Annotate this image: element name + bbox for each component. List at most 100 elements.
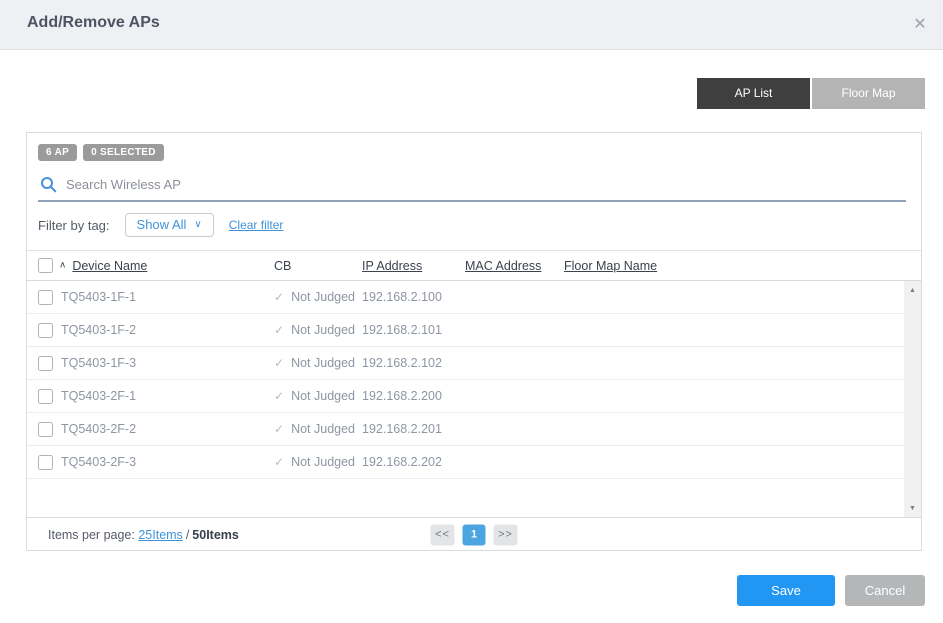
cb-status: Not Judged: [291, 422, 355, 436]
select-all-cell: [38, 257, 59, 275]
column-header-cb: CB: [274, 258, 292, 273]
ip-address-cell: 192.168.2.100: [362, 290, 442, 304]
filter-label: Filter by tag:: [38, 217, 110, 233]
pagination-current-page[interactable]: 1: [462, 524, 486, 545]
table-row: TQ5403-2F-3 ✓ Not Judged 192.168.2.202: [27, 446, 921, 479]
row-checkbox[interactable]: [38, 322, 53, 338]
table-row: TQ5403-2F-1 ✓ Not Judged 192.168.2.200: [27, 380, 921, 413]
scroll-up-icon[interactable]: ▲: [904, 283, 921, 297]
ip-address-cell: 192.168.2.102: [362, 356, 442, 370]
device-name-cell: TQ5403-1F-2: [61, 323, 137, 337]
chevron-down-icon: ∨: [194, 219, 202, 230]
cb-cell: ✓ Not Judged: [274, 323, 362, 337]
total-items: 50Items: [192, 527, 239, 542]
device-name-header-cell: ∧ Device Name: [59, 259, 274, 273]
floor-map-header-cell: Floor Map Name: [564, 257, 921, 275]
table-footer: Items per page: 25Items/50Items << 1 >>: [27, 518, 921, 551]
cb-cell: ✓ Not Judged: [274, 356, 362, 370]
cb-status: Not Judged: [291, 389, 355, 403]
count-badges: 6 AP 0 SELECTED: [38, 144, 910, 161]
table-rows: TQ5403-1F-1 ✓ Not Judged 192.168.2.100 TQ…: [27, 281, 921, 479]
ip-address-cell: 192.168.2.202: [362, 455, 442, 469]
items-per-page-label: Items per page:: [48, 527, 135, 542]
cb-cell: ✓ Not Judged: [274, 290, 362, 304]
check-icon: ✓: [274, 455, 285, 469]
row-checkbox-cell: [38, 388, 59, 404]
row-checkbox[interactable]: [38, 454, 53, 470]
row-checkbox-cell: [38, 289, 59, 305]
cb-status: Not Judged: [291, 323, 355, 337]
check-icon: ✓: [274, 323, 285, 337]
column-header-mac-address[interactable]: MAC Address: [465, 259, 541, 273]
table-row: TQ5403-2F-2 ✓ Not Judged 192.168.2.201: [27, 413, 921, 446]
column-header-device-name[interactable]: Device Name: [72, 259, 147, 273]
tag-filter-dropdown[interactable]: Show All ∨: [124, 213, 214, 237]
selected-count-badge: 0 SELECTED: [83, 144, 164, 161]
sort-ascending-icon: ∧: [59, 260, 67, 271]
device-name-cell: TQ5403-1F-3: [61, 356, 137, 370]
ip-address-cell: 192.168.2.101: [362, 323, 442, 337]
row-checkbox[interactable]: [38, 421, 53, 437]
column-header-ip-address[interactable]: IP Address: [362, 259, 422, 273]
dialog-titlebar: Add/Remove APs ✕: [0, 0, 943, 50]
select-all-checkbox[interactable]: [38, 257, 53, 273]
search-icon: [40, 176, 57, 193]
tab-floor-map[interactable]: Floor Map: [812, 78, 925, 109]
cancel-button[interactable]: Cancel: [845, 575, 925, 606]
clear-filter-link[interactable]: Clear filter: [229, 218, 284, 232]
dialog-actions: Save Cancel: [737, 575, 925, 606]
table-row: TQ5403-1F-2 ✓ Not Judged 192.168.2.101: [27, 314, 921, 347]
pagination-prev-button[interactable]: <<: [430, 524, 455, 545]
check-icon: ✓: [274, 290, 285, 304]
check-icon: ✓: [274, 356, 285, 370]
dialog-title: Add/Remove APs: [27, 14, 160, 31]
cb-status: Not Judged: [291, 290, 355, 304]
cb-status: Not Judged: [291, 455, 355, 469]
close-icon[interactable]: ✕: [907, 12, 933, 38]
cb-cell: ✓ Not Judged: [274, 455, 362, 469]
tab-ap-list[interactable]: AP List: [697, 78, 810, 109]
pagination-next-button[interactable]: >>: [493, 524, 518, 545]
scroll-down-icon[interactable]: ▼: [904, 501, 921, 515]
table-header: ∧ Device Name CB IP Address MAC Address …: [27, 250, 921, 281]
device-name-cell: TQ5403-2F-1: [61, 389, 137, 403]
save-button[interactable]: Save: [737, 575, 835, 606]
filter-row: Filter by tag: Show All ∨ Clear filter: [38, 213, 910, 237]
ip-address-cell: 192.168.2.201: [362, 422, 442, 436]
tag-filter-value: Show All: [136, 217, 187, 232]
row-checkbox-cell: [38, 355, 59, 371]
ap-list-panel: 6 AP 0 SELECTED Filter by tag: Show All …: [26, 132, 922, 551]
cb-status: Not Judged: [291, 356, 355, 370]
check-icon: ✓: [274, 422, 285, 436]
device-name-cell: TQ5403-2F-3: [61, 455, 137, 469]
view-tabs: AP List Floor Map: [697, 78, 925, 109]
page-size-link[interactable]: 25Items: [138, 528, 182, 542]
vertical-scrollbar[interactable]: ▲ ▼: [904, 281, 921, 517]
column-header-floor-map-name[interactable]: Floor Map Name: [564, 259, 657, 273]
cb-cell: ✓ Not Judged: [274, 389, 362, 403]
items-separator: /: [185, 527, 190, 542]
ip-header-cell: IP Address: [362, 257, 465, 275]
ap-count-badge: 6 AP: [38, 144, 78, 161]
search-input[interactable]: [66, 177, 906, 192]
row-checkbox[interactable]: [38, 289, 53, 305]
mac-header-cell: MAC Address: [465, 257, 564, 275]
row-checkbox-cell: [38, 454, 59, 470]
cb-cell: ✓ Not Judged: [274, 422, 362, 436]
row-checkbox[interactable]: [38, 388, 53, 404]
check-icon: ✓: [274, 389, 285, 403]
device-name-cell: TQ5403-1F-1: [61, 290, 137, 304]
ip-address-cell: 192.168.2.200: [362, 389, 442, 403]
search-bar: [38, 176, 906, 202]
device-name-cell: TQ5403-2F-2: [61, 422, 137, 436]
cb-header-cell: CB: [274, 257, 362, 275]
pagination: << 1 >>: [430, 524, 518, 545]
row-checkbox-cell: [38, 421, 59, 437]
items-per-page: Items per page: 25Items/50Items: [48, 528, 239, 542]
table-body: TQ5403-1F-1 ✓ Not Judged 192.168.2.100 TQ…: [27, 281, 921, 518]
row-checkbox-cell: [38, 322, 59, 338]
table-row: TQ5403-1F-1 ✓ Not Judged 192.168.2.100: [27, 281, 921, 314]
table-row: TQ5403-1F-3 ✓ Not Judged 192.168.2.102: [27, 347, 921, 380]
row-checkbox[interactable]: [38, 355, 53, 371]
panel-top-section: 6 AP 0 SELECTED Filter by tag: Show All …: [27, 133, 921, 250]
